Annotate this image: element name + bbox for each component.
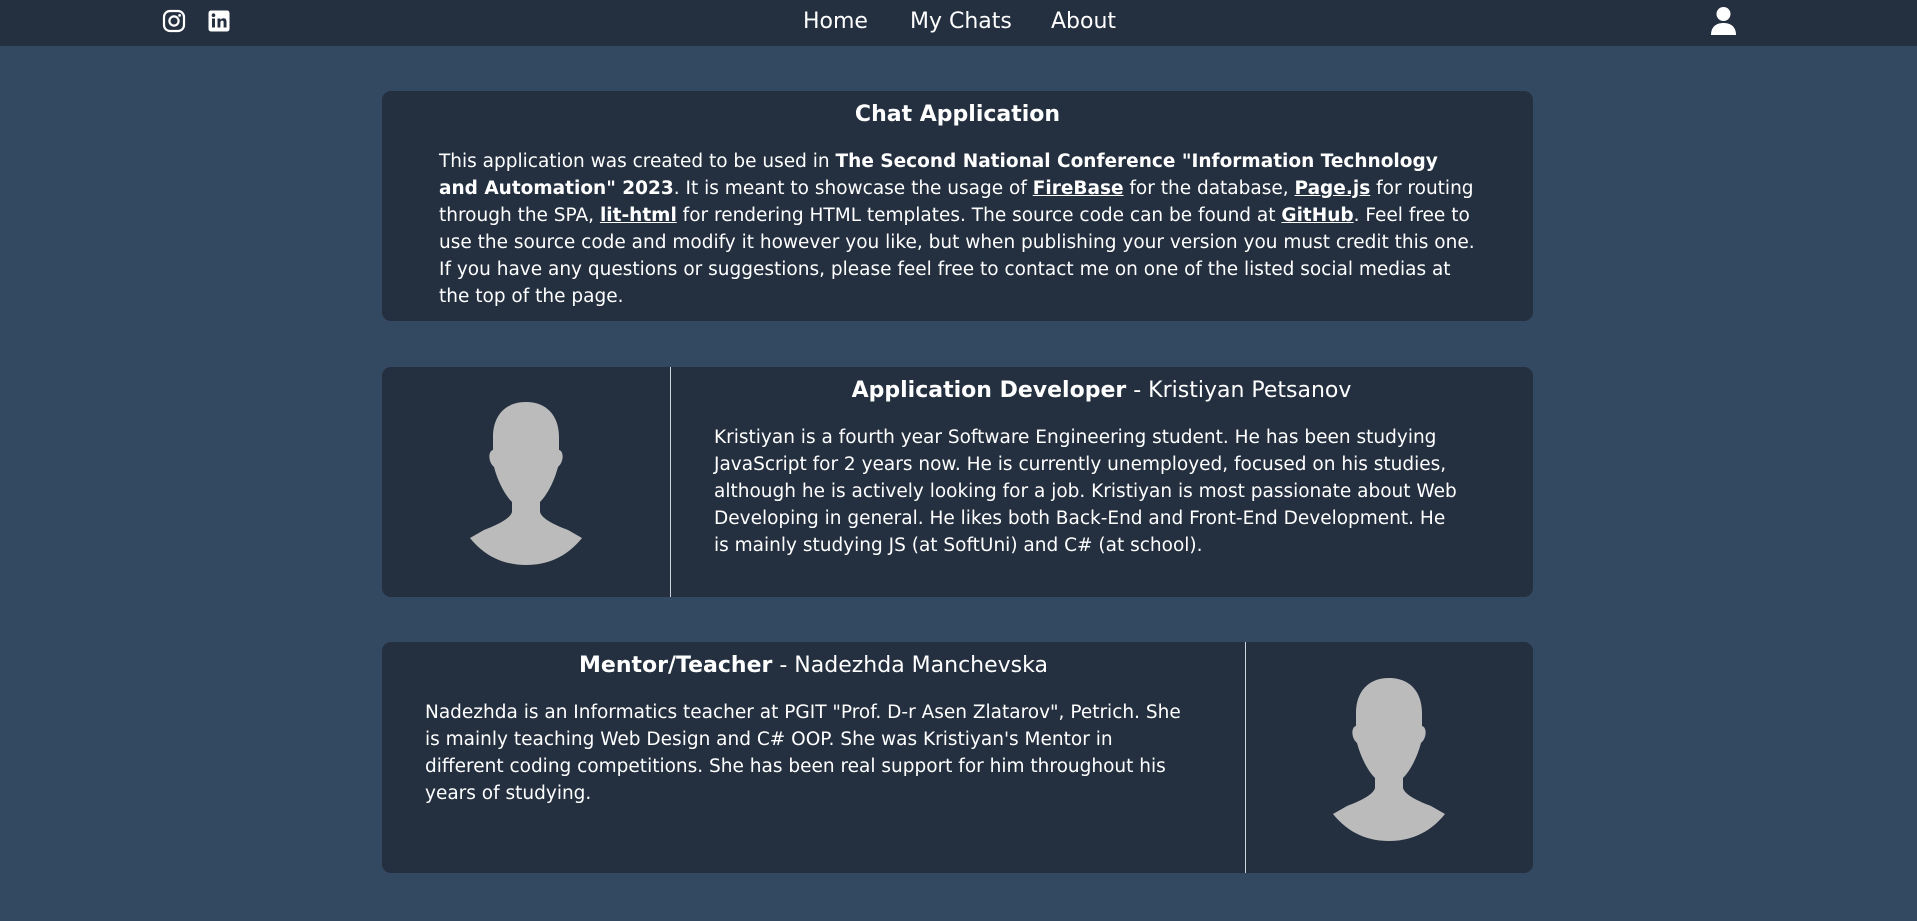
person-silhouette-icon xyxy=(1333,676,1445,845)
instagram-icon[interactable] xyxy=(162,9,186,33)
mentor-name: Nadezhda Manchevska xyxy=(794,653,1048,678)
nav-links: Home My Chats About xyxy=(0,0,1917,46)
github-link[interactable]: GitHub xyxy=(1281,205,1353,226)
developer-card-title: Application Developer - Kristiyan Petsan… xyxy=(851,378,1352,403)
user-icon[interactable] xyxy=(1710,6,1737,35)
person-silhouette-icon xyxy=(470,400,582,569)
navbar: Home My Chats About xyxy=(0,0,1917,46)
nav-link-my-chats[interactable]: My Chats xyxy=(910,9,1012,35)
nav-link-about[interactable]: About xyxy=(1051,9,1116,35)
nav-link-home[interactable]: Home xyxy=(803,9,868,35)
developer-name: Kristiyan Petsanov xyxy=(1148,378,1352,403)
about-card-text: This application was created to be used … xyxy=(439,151,1475,307)
developer-bio: Kristiyan is a fourth year Software Engi… xyxy=(714,427,1457,556)
about-card: Chat Application This application was cr… xyxy=(382,91,1533,321)
developer-card: Application Developer - Kristiyan Petsan… xyxy=(382,367,1533,597)
firebase-link[interactable]: FireBase xyxy=(1033,178,1124,199)
mentor-card: Mentor/Teacher - Nadezhda Manchevska Nad… xyxy=(382,642,1533,873)
mentor-card-divider xyxy=(1245,642,1246,873)
lit-html-link[interactable]: lit-html xyxy=(600,205,677,226)
linkedin-icon[interactable] xyxy=(207,9,231,33)
about-card-title: Chat Application xyxy=(854,102,1061,127)
mentor-bio: Nadezhda is an Informatics teacher at PG… xyxy=(425,702,1181,804)
pagejs-link[interactable]: Page.js xyxy=(1295,178,1371,199)
mentor-card-title: Mentor/Teacher - Nadezhda Manchevska xyxy=(579,653,1048,678)
